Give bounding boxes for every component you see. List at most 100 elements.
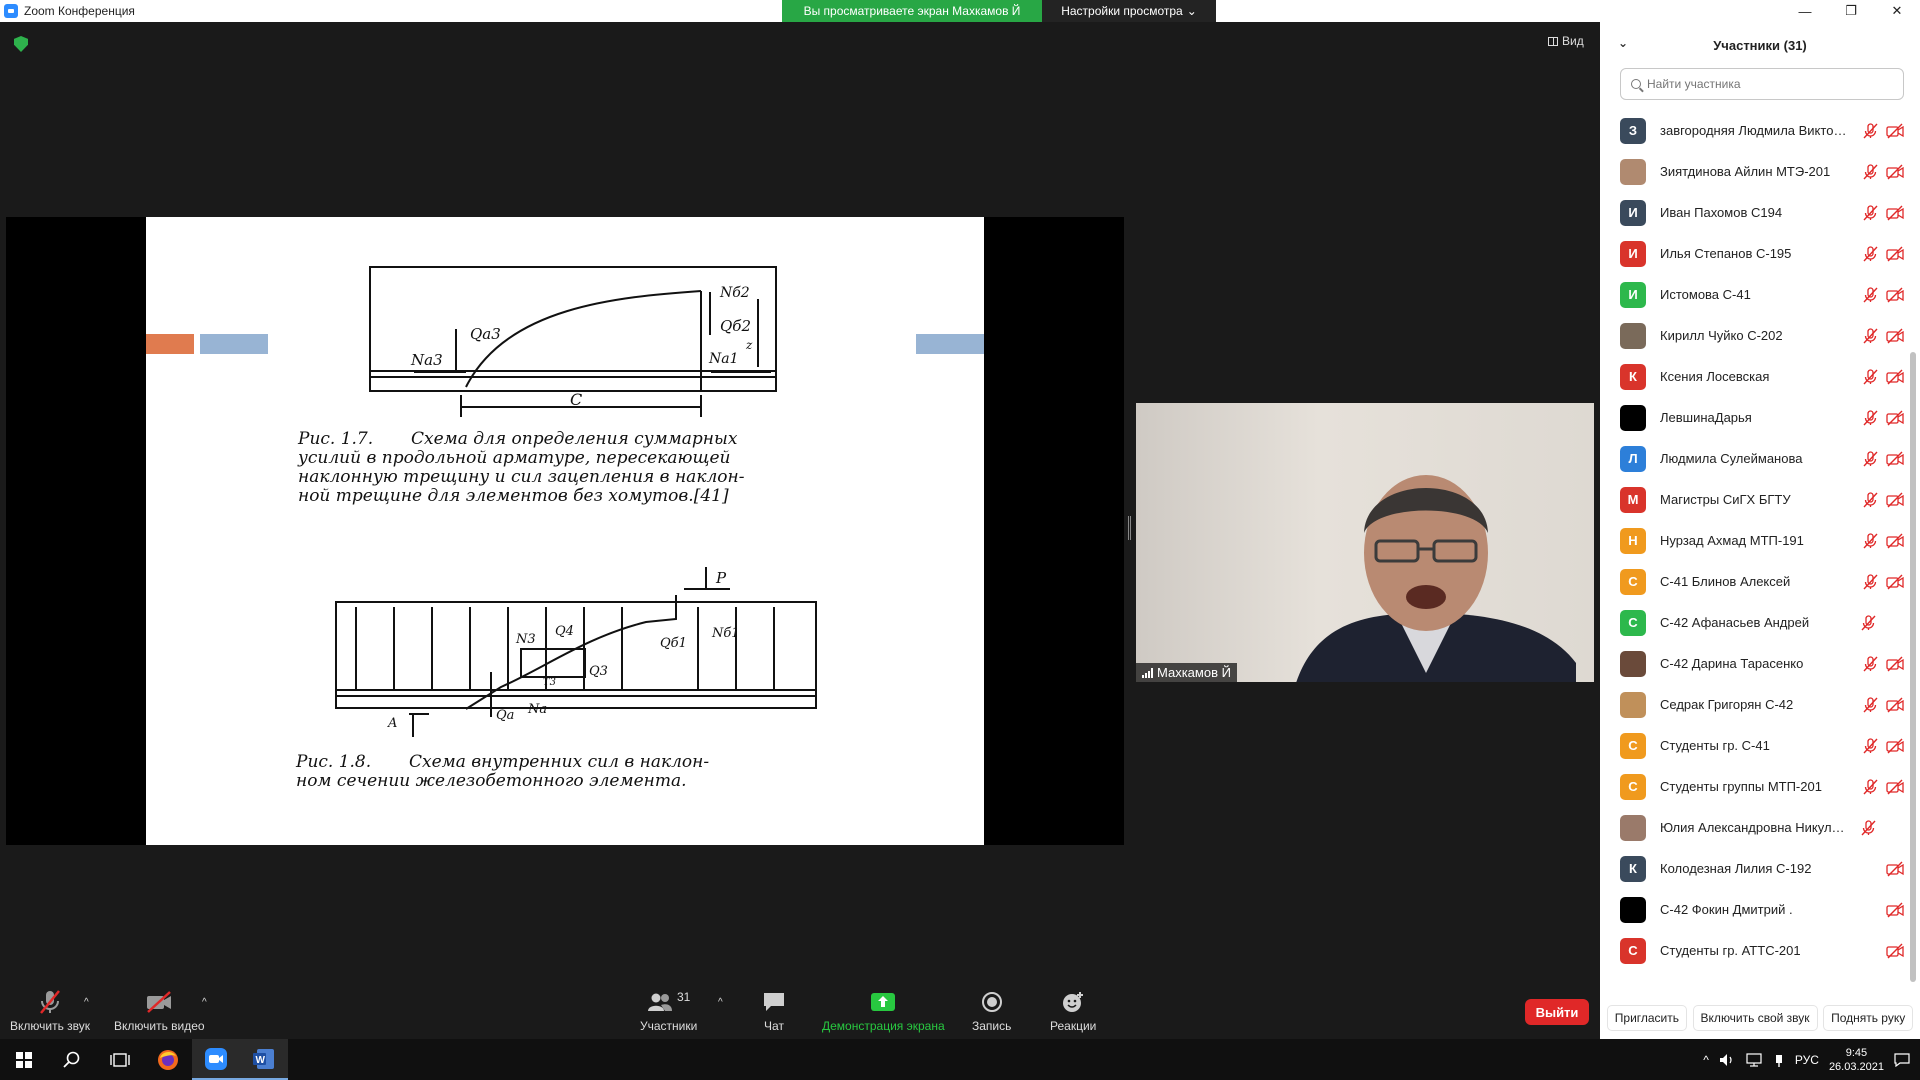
participant-row[interactable]: И Иван Пахомов С194 (1600, 192, 1910, 233)
chat-button[interactable]: Чат (762, 989, 786, 1033)
microphone-muted-icon[interactable] (1862, 286, 1878, 303)
microphone-muted-icon[interactable] (1862, 573, 1878, 590)
participant-search-input[interactable] (1647, 77, 1887, 91)
share-screen-button[interactable]: Демонстрация экрана (822, 989, 945, 1033)
camera-off-icon[interactable] (1886, 738, 1904, 754)
word-taskbar-icon[interactable]: W (240, 1039, 288, 1080)
participant-row[interactable]: К Колодезная Лилия С-192 (1600, 848, 1910, 889)
camera-off-icon[interactable] (1886, 574, 1904, 590)
participants-options-caret[interactable]: ^ (718, 997, 723, 1008)
camera-off-icon[interactable] (1886, 943, 1904, 959)
microphone-muted-icon[interactable] (1862, 737, 1878, 754)
camera-off-icon[interactable] (1886, 492, 1904, 508)
camera-off-icon[interactable] (1886, 779, 1904, 795)
microphone-muted-icon[interactable] (1862, 368, 1878, 385)
participant-row[interactable]: И Истомова С-41 (1600, 274, 1910, 315)
power-cable-icon[interactable] (1773, 1053, 1785, 1067)
shared-screen[interactable]: Nа3 Qа3 Nб2 Qб2 Nа1 C z P N3 Q4 Qб1 Nб1 … (6, 217, 1124, 845)
participant-row[interactable]: Юлия Александровна Никулина (1600, 807, 1910, 848)
participants-list[interactable]: Ззавгородняя Людмила Викторовна Зиятдинов… (1600, 110, 1910, 990)
participant-row[interactable]: М Магистры СиГХ БГТУ (1600, 479, 1910, 520)
participant-row[interactable]: С Студенты гр. АТТС-201 (1600, 930, 1910, 971)
participant-row[interactable]: Кирилл Чуйко С-202 (1600, 315, 1910, 356)
microphone-muted-icon[interactable] (1862, 204, 1878, 221)
participant-row[interactable]: С Студенты группы МТП-201 (1600, 766, 1910, 807)
microphone-muted-icon[interactable] (1860, 819, 1876, 836)
participant-row[interactable]: Ззавгородняя Людмила Викторовна (1600, 110, 1910, 151)
camera-off-icon[interactable] (1886, 369, 1904, 385)
camera-off-icon[interactable] (1886, 328, 1904, 344)
camera-off-icon[interactable] (1886, 205, 1904, 221)
unmute-button[interactable]: Включить звук (10, 989, 90, 1033)
tray-overflow-caret[interactable]: ^ (1703, 1053, 1709, 1067)
raise-hand-button[interactable]: Поднять руку (1823, 1005, 1914, 1031)
search-taskbar-icon[interactable] (48, 1039, 96, 1080)
microphone-muted-icon[interactable] (1862, 122, 1878, 139)
video-options-caret[interactable]: ^ (202, 997, 207, 1008)
unmute-me-button[interactable]: Включить свой звук (1692, 1005, 1818, 1031)
zoom-taskbar-icon[interactable] (192, 1039, 240, 1080)
participant-name: Студенты группы МТП-201 (1660, 779, 1822, 794)
participant-row[interactable]: К Ксения Лосевская (1600, 356, 1910, 397)
microphone-muted-icon[interactable] (1862, 696, 1878, 713)
participant-row[interactable]: С-42 Фокин Дмитрий . (1600, 889, 1910, 930)
camera-off-icon[interactable] (1886, 123, 1904, 139)
microphone-muted-icon[interactable] (1862, 491, 1878, 508)
system-clock[interactable]: 9:45 26.03.2021 (1829, 1046, 1884, 1074)
start-windows-icon[interactable] (0, 1039, 48, 1080)
participant-row[interactable]: С-42 Дарина Тарасенко (1600, 643, 1910, 684)
audio-options-caret[interactable]: ^ (84, 997, 89, 1008)
task-view-icon[interactable] (96, 1039, 144, 1080)
invite-button[interactable]: Пригласить (1606, 1005, 1688, 1031)
camera-off-icon[interactable] (1886, 246, 1904, 262)
camera-off-icon[interactable] (1886, 861, 1904, 877)
participant-row[interactable]: С С-42 Афанасьев Андрей (1600, 602, 1910, 643)
microphone-muted-icon[interactable] (1862, 163, 1878, 180)
camera-off-icon[interactable] (1886, 287, 1904, 303)
participants-button[interactable]: 31 Участники (640, 989, 697, 1033)
participant-row[interactable]: Седрак Григорян С-42 (1600, 684, 1910, 725)
microphone-muted-icon[interactable] (1862, 655, 1878, 672)
participant-row[interactable]: С Студенты гр. С-41 (1600, 725, 1910, 766)
close-button[interactable]: ✕ (1874, 0, 1920, 22)
speaker-video-tile[interactable]: Махкамов Й (1136, 403, 1594, 682)
reactions-button[interactable]: Реакции (1050, 989, 1096, 1033)
restore-button[interactable]: ❐ (1828, 0, 1874, 22)
camera-off-icon[interactable] (1886, 410, 1904, 426)
camera-off-icon[interactable] (1886, 697, 1904, 713)
participants-label: Участники (640, 1019, 698, 1033)
volume-icon[interactable] (1719, 1053, 1735, 1067)
notifications-icon[interactable] (1894, 1052, 1910, 1067)
network-icon[interactable] (1745, 1052, 1763, 1067)
participant-row[interactable]: Зиятдинова Айлин МТЭ-201 (1600, 151, 1910, 192)
firefox-icon[interactable] (144, 1039, 192, 1080)
camera-off-icon[interactable] (1886, 902, 1904, 918)
microphone-muted-icon[interactable] (1860, 614, 1876, 631)
start-video-button[interactable]: Включить видео (114, 989, 205, 1033)
microphone-muted-icon[interactable] (1862, 450, 1878, 467)
participant-row[interactable]: С С-41 Блинов Алексей (1600, 561, 1910, 602)
microphone-muted-icon[interactable] (1862, 245, 1878, 262)
participants-scrollbar[interactable] (1910, 352, 1916, 982)
camera-off-icon[interactable] (1886, 451, 1904, 467)
panel-splitter-handle[interactable] (1128, 516, 1131, 540)
microphone-muted-icon[interactable] (1862, 409, 1878, 426)
record-button[interactable]: Запись (972, 989, 1011, 1033)
minimize-button[interactable]: — (1782, 0, 1828, 22)
camera-off-icon[interactable] (1886, 164, 1904, 180)
collapse-panel-chevron-icon[interactable]: ⌄ (1618, 36, 1628, 50)
participant-row[interactable]: Н Нурзад Ахмад МТП-191 (1600, 520, 1910, 561)
microphone-muted-icon[interactable] (1862, 532, 1878, 549)
microphone-muted-icon[interactable] (1862, 327, 1878, 344)
microphone-muted-icon[interactable] (1862, 778, 1878, 795)
view-settings-button[interactable]: Настройки просмотра ⌄ (1042, 0, 1216, 22)
camera-off-icon[interactable] (1886, 656, 1904, 672)
encryption-shield-icon[interactable] (14, 36, 28, 52)
leave-button[interactable]: Выйти (1525, 999, 1589, 1025)
view-button[interactable]: Вид (1548, 34, 1584, 48)
camera-off-icon[interactable] (1886, 533, 1904, 549)
keyboard-language[interactable]: РУС (1795, 1053, 1819, 1067)
participant-row[interactable]: ЛевшинаДарья (1600, 397, 1910, 438)
participant-row[interactable]: И Илья Степанов С-195 (1600, 233, 1910, 274)
participant-row[interactable]: Л Людмила Сулейманова (1600, 438, 1910, 479)
